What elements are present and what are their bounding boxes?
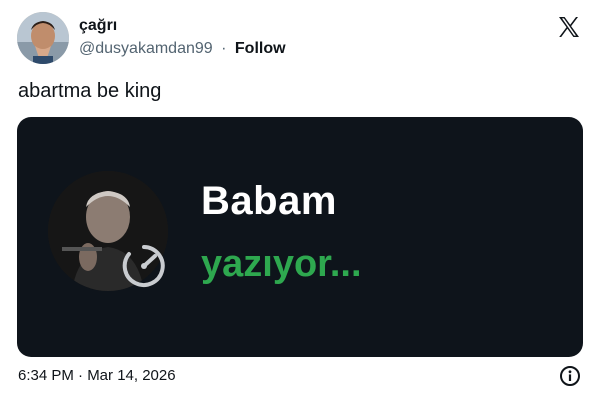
tweet-card: çağrı @dusyakamdan99 · Follow abartma be… <box>0 0 600 406</box>
author-avatar[interactable] <box>17 12 69 64</box>
x-logo-icon[interactable] <box>557 15 581 39</box>
follow-button[interactable]: Follow <box>235 40 286 57</box>
tweet-timestamp[interactable]: 6:34 PM · Mar 14, 2026 <box>18 367 176 384</box>
info-icon[interactable] <box>559 365 581 387</box>
tweet-media-image[interactable]: Babam yazıyor... <box>17 117 583 357</box>
handle-separator: · <box>221 40 227 57</box>
chat-typing-status: yazıyor... <box>201 243 362 285</box>
tweet-text: abartma be king <box>18 80 162 102</box>
chat-contact-name: Babam <box>201 179 337 223</box>
author-display-name[interactable]: çağrı <box>79 17 117 35</box>
author-handle[interactable]: @dusyakamdan99 <box>79 40 213 57</box>
author-handle-row: @dusyakamdan99 · Follow <box>79 40 286 58</box>
speedometer-icon <box>121 243 167 289</box>
